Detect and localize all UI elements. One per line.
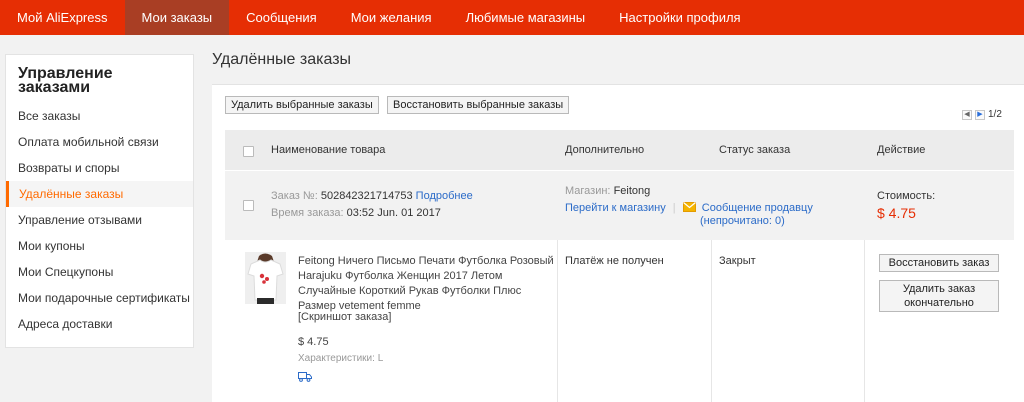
nav-my-aliexpress[interactable]: Мой AliExpress [0,0,125,35]
column-divider [711,240,712,402]
store-line: Магазин: Feitong [565,185,650,197]
order-cost: $ 4.75 [877,205,916,221]
go-to-store-link[interactable]: Перейти к магазину [565,202,666,214]
sidebar-item-returns-disputes[interactable]: Возвраты и споры [6,155,193,181]
sidebar-item-all-orders[interactable]: Все заказы [6,103,193,129]
order-snapshot-link[interactable]: [Скриншот заказа] [298,311,391,323]
order-number-label: Заказ №: [271,190,318,202]
next-page-icon[interactable]: ▶ [975,109,985,120]
message-seller-link[interactable]: Сообщение продавцу [702,202,813,214]
pagination: ◀ ▶ 1/2 [962,109,1002,120]
sidebar-item-addresses[interactable]: Адреса доставки [6,311,193,337]
header-action: Действие [877,144,926,156]
prev-page-icon[interactable]: ◀ [962,109,972,120]
header-additional: Дополнительно [565,144,645,156]
product-price: $ 4.75 [298,336,329,348]
nav-profile-settings[interactable]: Настройки профиля [602,0,757,35]
top-nav: Мой AliExpress Мои заказы Сообщения Мои … [0,0,1024,35]
sidebar-item-reviews[interactable]: Управление отзывами [6,207,193,233]
store-actions: Перейти к магазину | Сообщение продавцу [565,202,813,214]
order-number: 502842321714753 [320,190,413,202]
page-indicator: 1/2 [988,109,1002,120]
envelope-icon [682,202,699,214]
shipping-truck-icon [298,371,312,385]
order-time-label: Время заказа: [271,207,344,219]
product-specs: Характеристики: L [298,353,384,364]
sidebar-item-mobile-payment[interactable]: Оплата мобильной связи [6,129,193,155]
sidebar: Управление заказами Все заказы Оплата мо… [5,54,194,348]
sidebar-item-coupons[interactable]: Мои купоны [6,233,193,259]
restore-selected-button[interactable]: Восстановить выбранные заказы [387,96,570,114]
nav-wishlist[interactable]: Мои желания [334,0,449,35]
unread-open[interactable]: (непрочитано: [700,215,772,227]
header-status: Статус заказа [719,144,791,156]
unread-count-line: (непрочитано: 0) [700,215,785,227]
order-checkbox[interactable] [243,200,254,211]
sidebar-item-special-coupons[interactable]: Мои Спецкупоны [6,259,193,285]
link-separator: | [672,202,676,214]
order-details-link[interactable]: Подробнее [416,190,473,202]
store-label: Магазин: [565,185,611,197]
unread-close[interactable]: ) [781,215,785,227]
delete-order-permanently-button[interactable]: Удалить заказ окончательно [879,280,999,312]
column-divider [557,240,558,402]
store-name: Feitong [613,185,651,197]
product-thumbnail[interactable] [245,252,286,304]
column-divider [864,240,865,402]
delete-selected-button[interactable]: Удалить выбранные заказы [225,96,379,114]
payment-status: Платёж не получен [565,255,664,267]
restore-order-button[interactable]: Восстановить заказ [879,254,999,272]
order-status: Закрыт [719,255,756,267]
order-time: 03:52 Jun. 01 2017 [346,207,441,219]
sidebar-title: Управление заказами [18,65,113,96]
page-title: Удалённые заказы [212,51,352,68]
nav-messages[interactable]: Сообщения [229,0,334,35]
order-time-line: Время заказа: 03:52 Jun. 01 2017 [271,207,441,219]
sidebar-item-gift-cards[interactable]: Мои подарочные сертификаты [6,285,193,311]
select-all-checkbox[interactable] [243,146,254,157]
sidebar-item-deleted-orders[interactable]: Удалённые заказы [6,181,193,207]
header-product: Наименование товара [271,144,386,156]
order-number-line: Заказ №: 502842321714753 Подробнее [271,190,473,202]
cost-label: Стоимость: [877,190,936,202]
nav-my-orders[interactable]: Мои заказы [124,0,230,35]
product-name-link[interactable]: Feitong Ничего Письмо Печати Футболка Ро… [298,254,556,314]
nav-favorite-stores[interactable]: Любимые магазины [449,0,603,35]
